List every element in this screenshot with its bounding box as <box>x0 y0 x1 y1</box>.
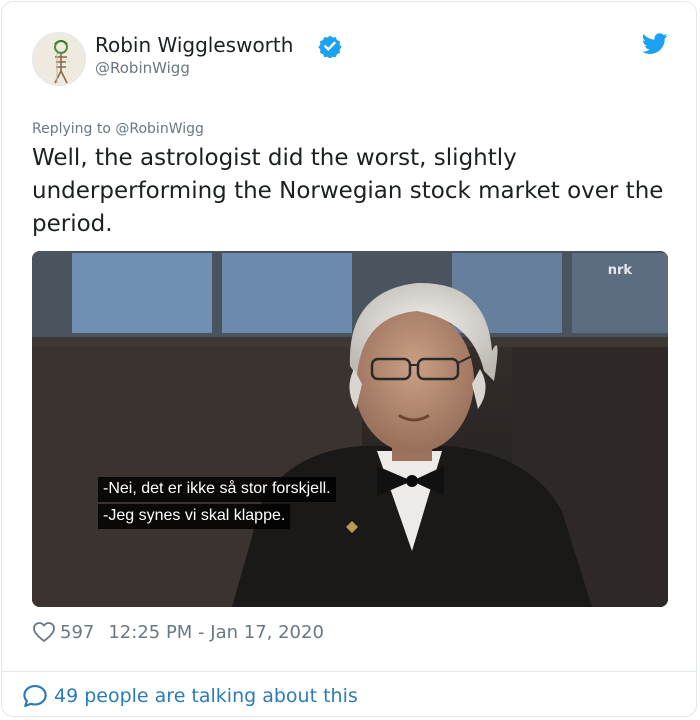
conversation-link-label[interactable]: 49 people are talking about this <box>54 685 358 707</box>
video-frame-image <box>32 251 668 607</box>
replying-to[interactable]: Replying to @RobinWigg <box>32 121 204 137</box>
verified-badge-icon <box>318 35 342 58</box>
avatar-drawing <box>33 33 85 85</box>
divider <box>1 671 697 672</box>
like-count[interactable]: 597 <box>60 622 94 643</box>
avatar[interactable] <box>32 32 86 86</box>
subtitle-line-2: -Jeg synes vi skal klappe. <box>98 504 291 529</box>
tweet-timestamp[interactable]: 12:25 PM - Jan 17, 2020 <box>108 622 324 643</box>
tweet-stats: 597 12:25 PM - Jan 17, 2020 <box>32 619 324 645</box>
author-handle[interactable]: @RobinWigg <box>95 59 190 77</box>
tweet-media-video-still[interactable]: nrk -Nei, det er ikke så stor forskjell.… <box>32 251 668 607</box>
subtitle-line-1: -Nei, det er ikke så stor forskjell. <box>98 477 336 502</box>
heart-icon[interactable] <box>32 620 56 644</box>
broadcaster-logo: nrk <box>607 263 632 278</box>
subtitle-block: -Nei, det er ikke så stor forskjell. -Je… <box>98 477 336 531</box>
twitter-bird-icon[interactable] <box>642 33 668 55</box>
conversation-link[interactable]: 49 people are talking about this <box>22 681 358 711</box>
tweet-text: Well, the astrologist did the worst, sli… <box>32 145 664 237</box>
speech-bubble-icon <box>23 684 47 708</box>
author-name[interactable]: Robin Wigglesworth <box>95 33 293 57</box>
